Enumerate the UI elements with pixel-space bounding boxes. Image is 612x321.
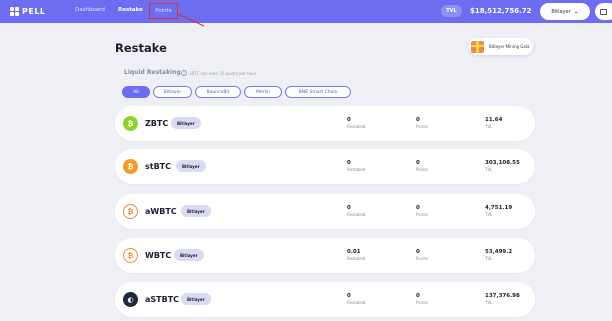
tvl-metric: 137,376.98 TVL [485, 293, 520, 305]
points-metric: 0 Points [416, 160, 428, 172]
tvl-badge: TVL [441, 5, 462, 17]
chain-badge: Bitlayer [171, 117, 201, 129]
mining-gala-label: Bitlayer Mining Gala [489, 44, 530, 49]
asset-row[interactable]: ₿ stBTC Bitlayer 0 Restaked 0 Points 303… [115, 149, 535, 184]
tvl-value: 137,376.98 [485, 293, 520, 299]
bitcoin-icon: ₿ [123, 159, 138, 174]
chain-badge: Bitlayer [181, 293, 211, 305]
info-icon[interactable]: i [181, 70, 187, 76]
pell-logo-icon [10, 7, 19, 16]
filter-merlin[interactable]: Merlin [244, 86, 282, 98]
restaked-value: 0 [347, 205, 351, 211]
asset-name: ZBTC [145, 119, 169, 128]
pell-logo[interactable]: PELL [10, 5, 46, 18]
nav-points[interactable]: Points [149, 3, 178, 19]
bitcoin-icon: ₿ [123, 204, 138, 219]
tvl-value: 4,751.19 [485, 205, 513, 211]
bitcoin-icon: ₿ [123, 116, 138, 131]
points-value: 0 [416, 205, 420, 211]
restaked-metric: 0 Restaked [347, 205, 365, 217]
tvl-label: TVL [485, 167, 493, 172]
restaked-label: Restaked [347, 300, 366, 305]
restaked-label: Restaked [347, 167, 366, 172]
points-metric: 0 Points [416, 249, 428, 261]
points-value: 0 [416, 160, 420, 166]
asset-row[interactable]: ◐ aSTBTC Bitlayer 0 Restaked 0 Points 13… [115, 282, 535, 317]
wallet-icon [600, 8, 607, 15]
wallet-button[interactable] [595, 3, 612, 20]
logo-text: PELL [22, 7, 46, 16]
restaked-label: Restaked [347, 124, 366, 129]
chevron-down-icon: ⌄ [573, 8, 579, 15]
asset-name: WBTC [145, 251, 172, 260]
nav-points-label: Points [155, 8, 172, 14]
restaked-value: 0 [347, 293, 351, 299]
chain-selector[interactable]: Bitlayer ⌄ [540, 3, 590, 20]
points-metric: 0 Points [416, 205, 428, 217]
filter-bnb-smart-chain[interactable]: BNB Smart Chain [285, 86, 351, 98]
tvl-value: 53,499.2 [485, 249, 513, 255]
points-value: 0 [416, 117, 420, 123]
tvl-label: TVL [485, 300, 493, 305]
points-label: Points [416, 212, 429, 217]
filter-bitlayer[interactable]: Bitlayer [153, 86, 192, 98]
chain-badge: Bitlayer [174, 249, 204, 261]
restaked-value: 0.01 [347, 249, 361, 255]
points-metric: 0 Points [416, 117, 428, 129]
tvl-label: TVL [485, 124, 493, 129]
asset-row[interactable]: ₿ WBTC Bitlayer 0.01 Restaked 0 Points 5… [115, 238, 535, 273]
points-value: 0 [416, 249, 420, 255]
tvl-label: TVL [485, 256, 493, 261]
restaked-label: Restaked [347, 212, 366, 217]
annotation-arrow [177, 13, 205, 27]
top-nav-bar: PELL Dashboard Restake Points TVL $18,51… [0, 0, 612, 23]
points-value: 0 [416, 293, 420, 299]
tvl-metric: 53,499.2 TVL [485, 249, 512, 261]
points-label: Points [416, 167, 429, 172]
chain-selector-label: Bitlayer [551, 8, 571, 15]
tvl-label: TVL [485, 212, 493, 217]
section-title: Liquid Restaking [124, 69, 181, 76]
total-tvl-value: $18,512,756.72 [470, 7, 532, 15]
restaked-metric: 0.01 Restaked [347, 249, 365, 261]
tvl-value: 11.64 [485, 117, 503, 123]
page-title: Restake [115, 41, 167, 55]
tvl-metric: 4,751.19 TVL [485, 205, 512, 217]
asset-name: aWBTC [145, 207, 177, 216]
filter-all[interactable]: All [122, 86, 150, 98]
restaked-metric: 0 Restaked [347, 160, 365, 172]
points-label: Points [416, 300, 429, 305]
points-label: Points [416, 124, 429, 129]
restaked-value: 0 [347, 117, 351, 123]
astbtc-icon: ◐ [123, 292, 138, 307]
gift-icon [471, 40, 484, 53]
restaked-metric: 0 Restaked [347, 293, 365, 305]
asset-row[interactable]: ₿ ZBTC Bitlayer 0 Restaked 0 Points 11.6… [115, 106, 535, 141]
tvl-metric: 303,108.55 TVL [485, 160, 520, 172]
asset-name: aSTBTC [145, 295, 180, 304]
restaked-value: 0 [347, 160, 351, 166]
restaked-label: Restaked [347, 256, 366, 261]
nav-dashboard[interactable]: Dashboard [75, 7, 105, 13]
points-label: Points [416, 256, 429, 261]
asset-name: stBTC [145, 162, 172, 171]
bitcoin-icon: ₿ [123, 248, 138, 263]
points-metric: 0 Points [416, 293, 428, 305]
nav-restake[interactable]: Restake [118, 7, 143, 13]
filter-bouncebit[interactable]: BounceBit [195, 86, 241, 98]
chain-badge: Bitlayer [181, 205, 211, 217]
asset-row[interactable]: ₿ aWBTC Bitlayer 0 Restaked 0 Points 4,7… [115, 194, 535, 229]
chain-badge: Bitlayer [176, 160, 206, 172]
mining-gala-button[interactable]: Bitlayer Mining Gala [468, 38, 533, 55]
restaked-metric: 0 Restaked [347, 117, 365, 129]
tvl-metric: 11.64 TVL [485, 117, 502, 129]
section-note: 1BTC can earn 10 points per hour [189, 71, 257, 76]
tvl-value: 303,108.55 [485, 160, 520, 166]
